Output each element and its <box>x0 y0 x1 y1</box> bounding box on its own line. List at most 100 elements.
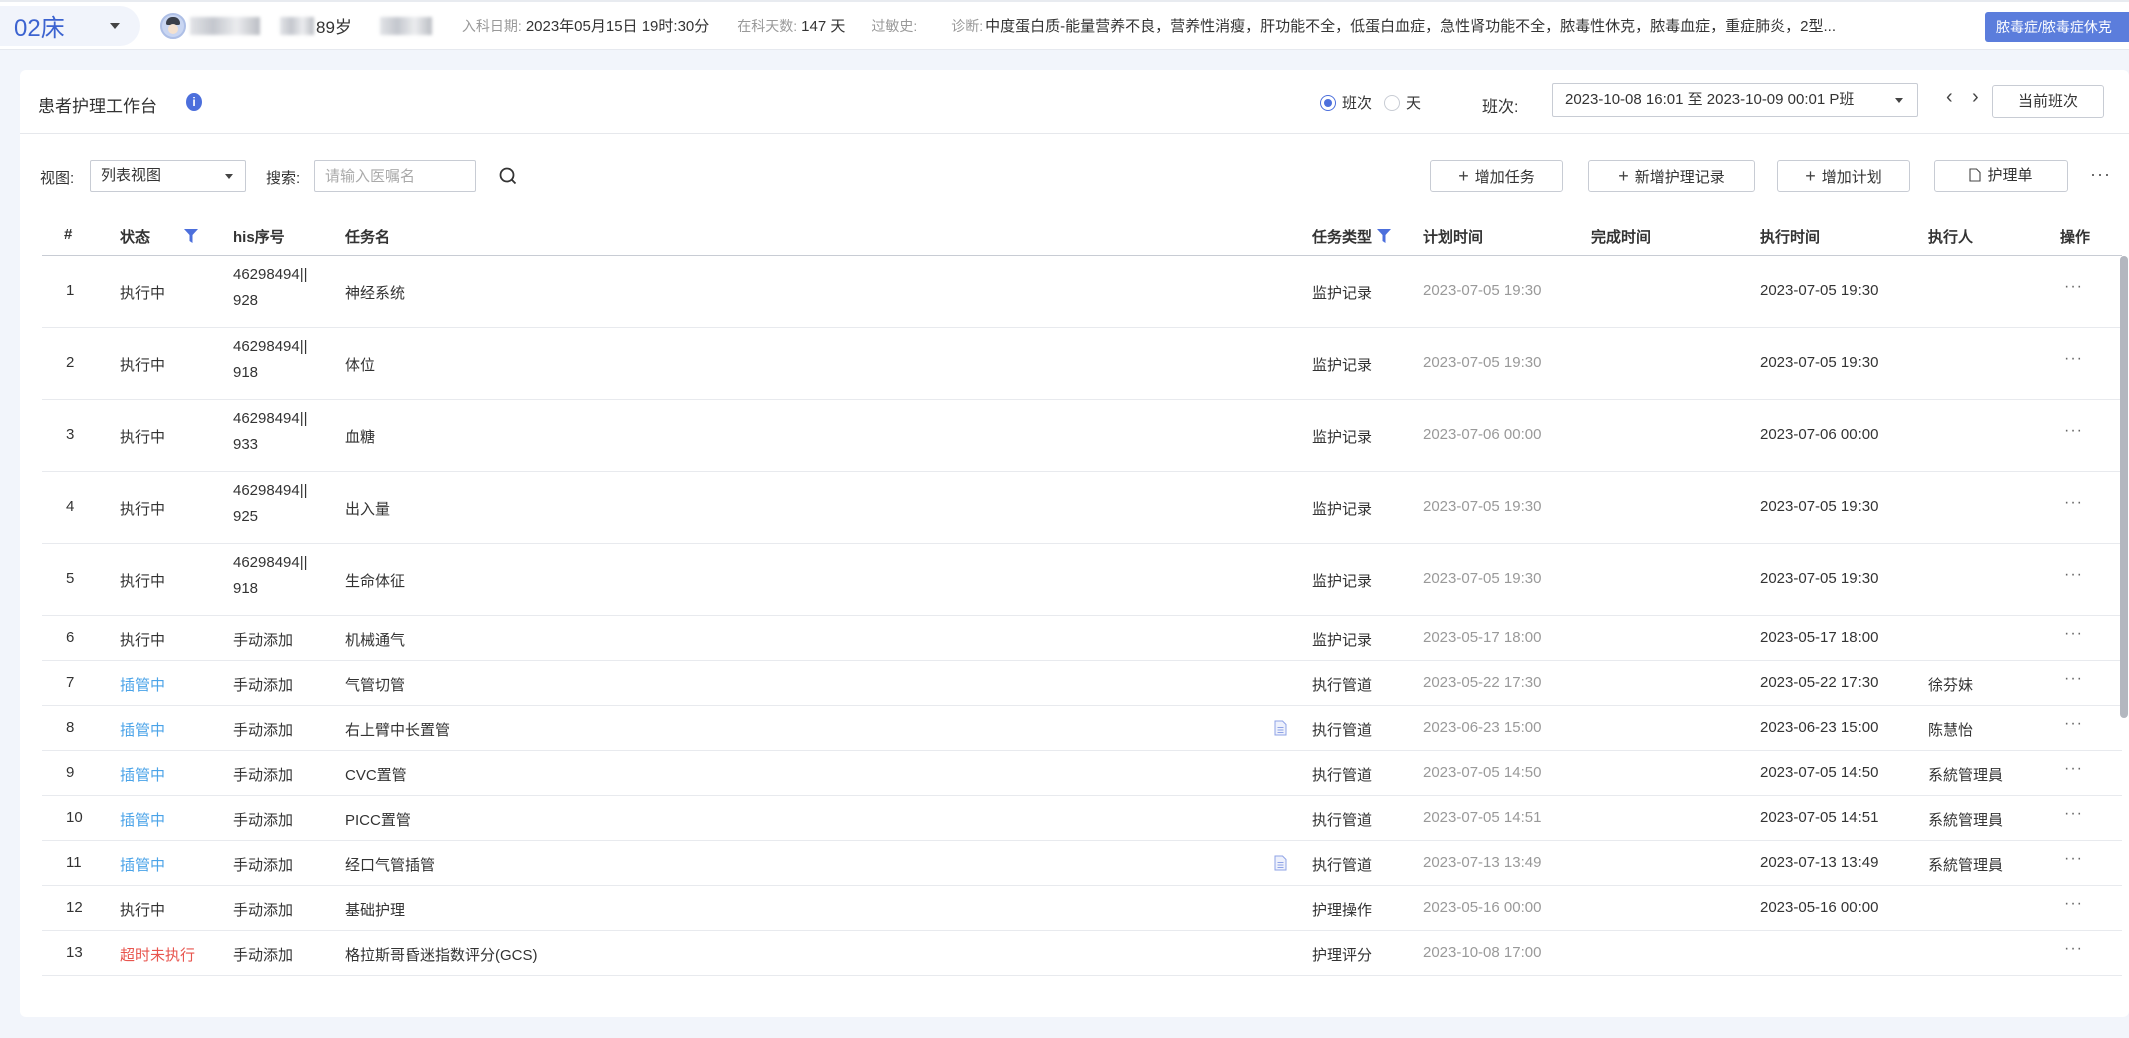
row-his: 手动添加 <box>233 947 294 964</box>
add-plan-button[interactable]: + 增加计划 <box>1777 160 1910 192</box>
table-row[interactable]: 4 执行中 46298494|| 925 出入量 监护记录 2023-07-05 19:30… <box>42 472 2122 544</box>
row-index: 2 <box>66 354 75 371</box>
radio-shift[interactable] <box>1320 94 1336 111</box>
row-task-type: 监护记录 <box>1312 573 1373 590</box>
care-sheet-button[interactable]: 护理单 <box>1934 160 2068 192</box>
row-task-name[interactable]: 右上臂中长置管 <box>345 719 450 740</box>
row-plan-time: 2023-05-17 18:00 <box>1423 629 1542 646</box>
row-task-name[interactable]: CVC置管 <box>345 764 407 785</box>
row-his-part2: 918 <box>233 364 259 381</box>
row-plan-time: 2023-07-05 19:30 <box>1423 354 1542 371</box>
radio-day[interactable] <box>1384 94 1401 111</box>
row-task-type: 护理评分 <box>1312 947 1373 964</box>
prev-shift-button[interactable]: ‹ <box>1946 86 1953 109</box>
row-plan-time: 2023-05-22 17:30 <box>1423 674 1542 691</box>
row-task-name[interactable]: 血糖 <box>345 426 375 447</box>
row-his-part1: 46298494|| <box>233 410 308 427</box>
row-status: 执行中 <box>120 902 166 919</box>
row-index: 12 <box>66 899 83 916</box>
row-executor: 陈慧怡 <box>1928 722 1974 739</box>
next-shift-button[interactable]: › <box>1972 86 1979 109</box>
row-exec-time: 2023-07-06 00:00 <box>1760 426 1879 443</box>
row-index: 8 <box>66 719 75 736</box>
row-more-button[interactable]: ··· <box>2064 625 2083 643</box>
nursing-workbench-card: 患者护理工作台 i 班次 天 班次: 2023-10-08 16:01 至 20… <box>20 70 2129 1017</box>
row-more-button[interactable]: ··· <box>2064 805 2083 823</box>
table-scrollbar[interactable] <box>2120 256 2128 718</box>
row-more-button[interactable]: ··· <box>2064 850 2083 868</box>
row-his: 46298494|| 928 <box>233 262 323 314</box>
status-filter-icon[interactable] <box>184 229 198 243</box>
add-nursing-record-button[interactable]: + 新增护理记录 <box>1588 160 1755 192</box>
document-icon[interactable] <box>1274 855 1287 871</box>
row-task-type: 监护记录 <box>1312 285 1373 302</box>
radio-shift-label[interactable]: 班次 <box>1342 92 1372 113</box>
row-more-button[interactable]: ··· <box>2064 422 2083 440</box>
row-more-button[interactable]: ··· <box>2064 940 2083 958</box>
row-task-name[interactable]: 机械通气 <box>345 629 405 650</box>
row-more-button[interactable]: ··· <box>2064 494 2083 512</box>
row-task-name[interactable]: PICC置管 <box>345 809 411 830</box>
table-row[interactable]: 3 执行中 46298494|| 933 血糖 监护记录 2023-07-06 00:00 2… <box>42 400 2122 472</box>
current-shift-button[interactable]: 当前班次 <box>1992 85 2104 118</box>
view-select-value: 列表视图 <box>101 167 162 184</box>
patient-id-redacted <box>379 16 432 35</box>
table-row[interactable]: 9 插管中 手动添加 CVC置管 执行管道 2023-07-05 14:50 2023-07… <box>42 751 2122 796</box>
row-status: 插管中 <box>120 677 166 694</box>
row-more-button[interactable]: ··· <box>2064 278 2083 296</box>
row-task-type: 护理操作 <box>1312 902 1373 919</box>
row-task-name[interactable]: 出入量 <box>345 498 390 519</box>
row-task-name[interactable]: 格拉斯哥昏迷指数评分(GCS) <box>345 944 538 965</box>
table-row[interactable]: 8 插管中 手动添加 右上臂中长置管 执行管道 2023-06-23 15:00 2023-… <box>42 706 2122 751</box>
row-his: 手动添加 <box>233 677 294 694</box>
row-index: 11 <box>66 854 82 871</box>
table-row[interactable]: 12 执行中 手动添加 基础护理 护理操作 2023-05-16 00:00 2023-05… <box>42 886 2122 931</box>
table-row[interactable]: 10 插管中 手动添加 PICC置管 执行管道 2023-07-05 14:51 2023-… <box>42 796 2122 841</box>
row-task-name[interactable]: 气管切管 <box>345 674 405 695</box>
add-nursing-record-label: 新增护理记录 <box>1634 169 1725 186</box>
info-icon[interactable]: i <box>186 93 202 111</box>
add-task-button[interactable]: + 增加任务 <box>1430 160 1563 192</box>
table-row[interactable]: 5 执行中 46298494|| 918 生命体征 监护记录 2023-07-05 19:3… <box>42 544 2122 616</box>
row-more-button[interactable]: ··· <box>2064 715 2083 733</box>
table-row[interactable]: 7 插管中 手动添加 气管切管 执行管道 2023-05-22 17:30 2023-05-… <box>42 661 2122 706</box>
diagnosis-tag[interactable]: 脓毒症/脓毒症休克 <box>1985 12 2129 42</box>
row-exec-time: 2023-07-05 14:50 <box>1760 764 1879 781</box>
patient-info-bar: 02床 89岁 入科日期: 2023年05月15日 19时:30分 在科天数: … <box>0 0 2129 50</box>
row-his-part2: 933 <box>233 436 259 453</box>
row-his: 手动添加 <box>233 722 294 739</box>
row-executor: 系統管理員 <box>1928 857 2004 874</box>
row-task-name[interactable]: 生命体征 <box>345 570 405 591</box>
search-icon[interactable] <box>498 166 518 186</box>
row-more-button[interactable]: ··· <box>2064 566 2083 584</box>
bed-select[interactable]: 02床 <box>0 5 140 46</box>
toolbar: 视图: 列表视图 搜索: + 增加任务 + 新增护理记录 + 增加计划 护理单 ··· <box>20 160 2129 200</box>
type-filter-icon[interactable] <box>1377 229 1391 243</box>
table-row[interactable]: 1 执行中 46298494|| 928 神经系统 监护记录 2023-07-05 19:3… <box>42 256 2122 328</box>
search-input[interactable] <box>314 160 476 192</box>
row-task-name[interactable]: 体位 <box>345 354 375 375</box>
radio-day-label[interactable]: 天 <box>1406 92 1421 113</box>
table-row[interactable]: 6 执行中 手动添加 机械通气 监护记录 2023-05-17 18:00 2023-05-… <box>42 616 2122 661</box>
table-row[interactable]: 13 超时未执行 手动添加 格拉斯哥昏迷指数评分(GCS) 护理评分 2023-10-08… <box>42 931 2122 976</box>
row-his-part1: 46298494|| <box>233 482 308 499</box>
row-more-button[interactable]: ··· <box>2064 760 2083 778</box>
shift-select[interactable]: 2023-10-08 16:01 至 2023-10-09 00:01 P班 <box>1552 83 1918 117</box>
row-task-name[interactable]: 基础护理 <box>345 899 405 920</box>
row-exec-time: 2023-06-23 15:00 <box>1760 719 1879 736</box>
row-more-button[interactable]: ··· <box>2064 350 2083 368</box>
row-index: 1 <box>66 282 75 299</box>
row-task-name[interactable]: 经口气管插管 <box>345 854 435 875</box>
table-row[interactable]: 2 执行中 46298494|| 918 体位 监护记录 2023-07-05 19:30 2… <box>42 328 2122 400</box>
row-more-button[interactable]: ··· <box>2064 670 2083 688</box>
view-select[interactable]: 列表视图 <box>90 160 246 192</box>
document-icon[interactable] <box>1274 720 1287 736</box>
table-row[interactable]: 11 插管中 手动添加 经口气管插管 执行管道 2023-07-13 13:49 2023-… <box>42 841 2122 886</box>
document-icon <box>1969 168 1982 182</box>
row-more-button[interactable]: ··· <box>2064 895 2083 913</box>
row-task-name[interactable]: 神经系统 <box>345 282 405 303</box>
row-index: 13 <box>66 944 83 961</box>
row-exec-time: 2023-07-05 19:30 <box>1760 354 1879 371</box>
more-options-button[interactable]: ··· <box>2090 164 2111 185</box>
row-status: 执行中 <box>120 573 166 590</box>
